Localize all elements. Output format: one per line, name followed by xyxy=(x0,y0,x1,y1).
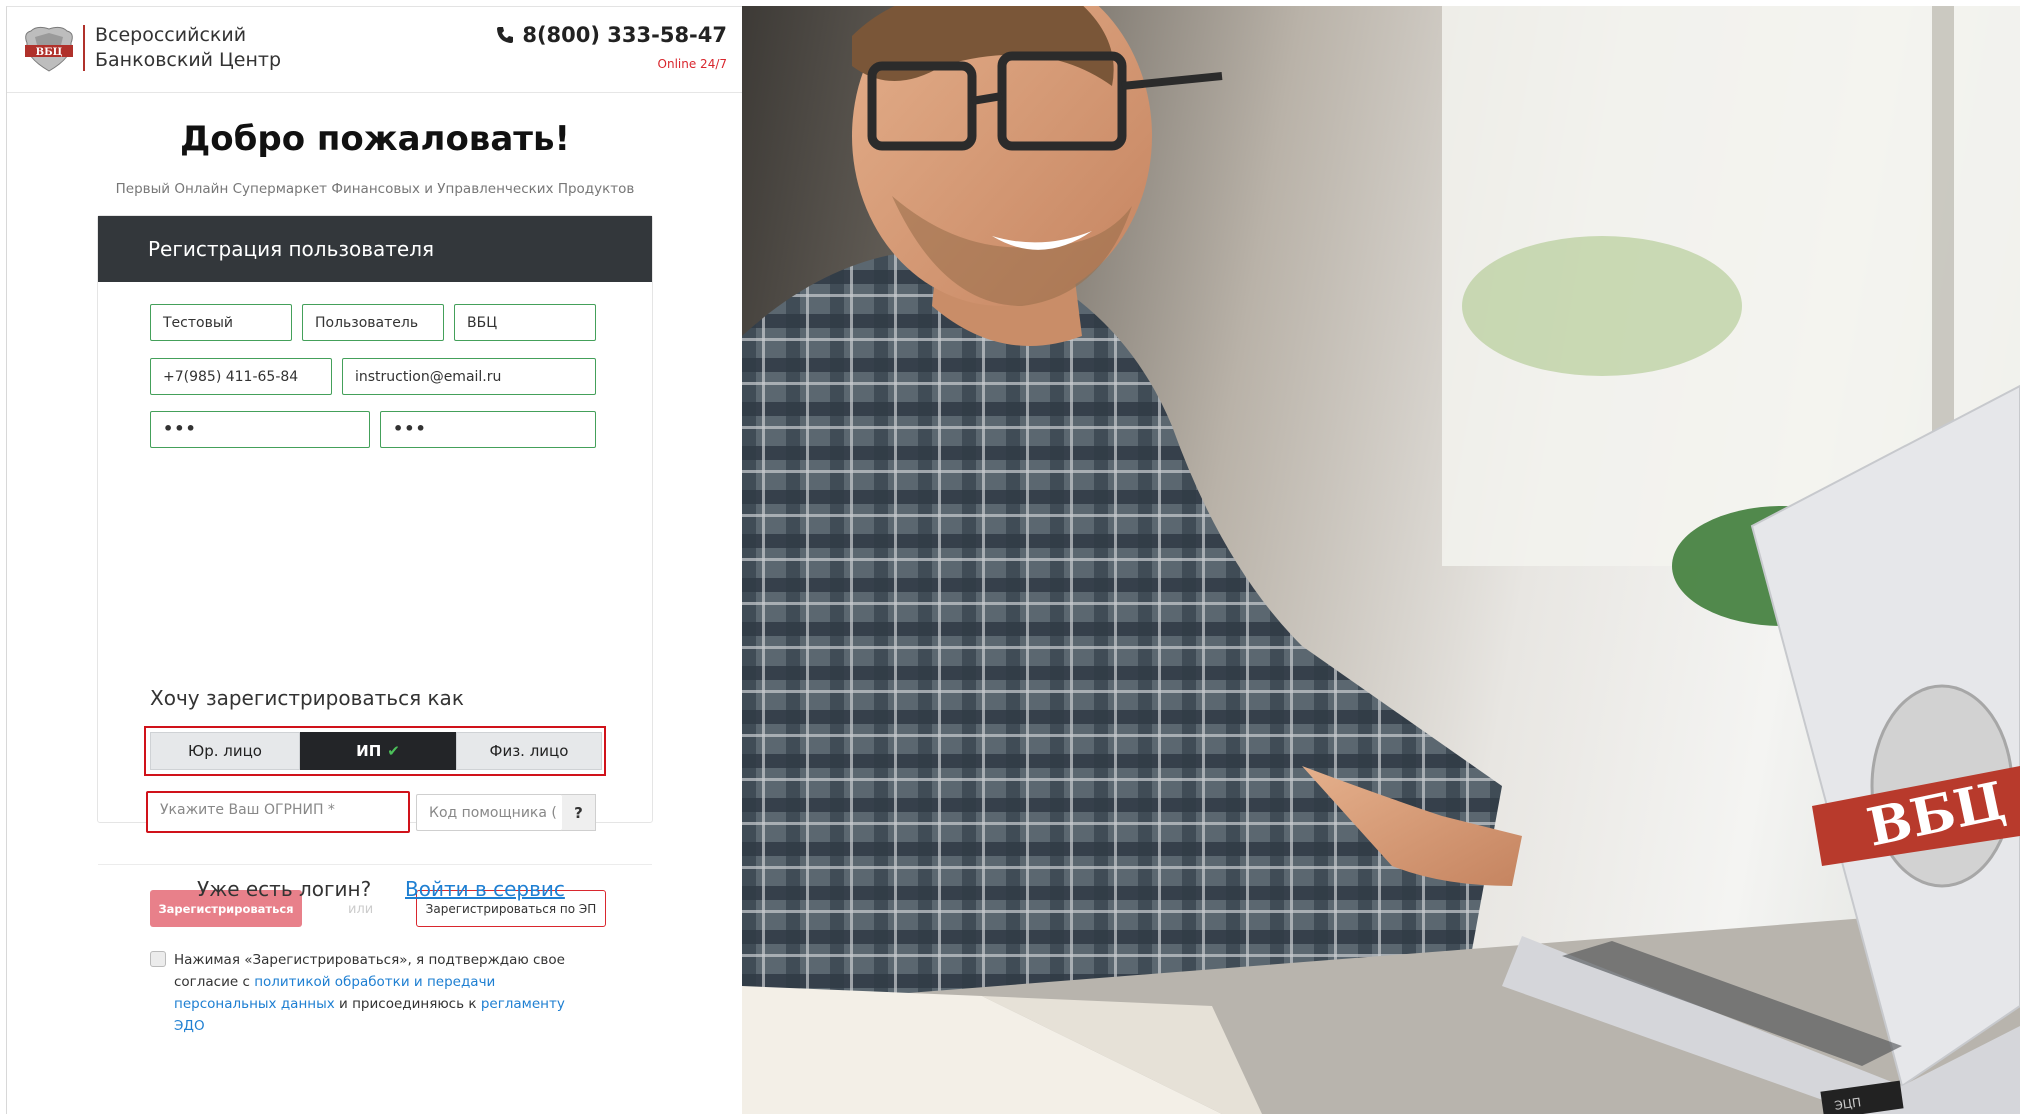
helper-code-help-button[interactable]: ? xyxy=(562,794,596,831)
svg-text:ВБЦ: ВБЦ xyxy=(36,47,63,58)
page-title: Добро пожаловать! xyxy=(180,119,570,159)
registration-heading: Регистрация пользователя xyxy=(98,216,652,282)
logo-separator xyxy=(83,25,85,71)
registration-panel: ВБЦ Всероссийский Банковский Центр 8(800… xyxy=(6,6,743,1114)
middle-name-field[interactable]: ВБЦ xyxy=(454,304,596,341)
online-badge: Online 24/7 xyxy=(657,57,727,71)
hero-photo: ВБЦ ЭЦП xyxy=(742,6,2020,1114)
registration-card: Регистрация пользователя Тестовый Пользо… xyxy=(97,215,653,1034)
register-as-label: Хочу зарегистрироваться как xyxy=(150,686,464,710)
brand-name: Всероссийский Банковский Центр xyxy=(95,23,281,73)
or-label: или xyxy=(348,902,374,917)
vbc-logo[interactable]: ВБЦ xyxy=(21,23,77,75)
type-individual-button[interactable]: Физ. лицо xyxy=(456,732,602,770)
type-ip-label: ИП xyxy=(356,742,382,760)
type-legal-entity-button[interactable]: Юр. лицо xyxy=(150,732,300,770)
helper-code-input[interactable]: Код помощника ( xyxy=(416,794,563,831)
email-field[interactable]: instruction@email.ru xyxy=(342,358,596,395)
type-individual-label: Физ. лицо xyxy=(489,742,569,760)
type-legal-entity-label: Юр. лицо xyxy=(188,742,262,760)
login-link[interactable]: Войти в сервис xyxy=(405,877,565,901)
card-divider xyxy=(98,864,652,865)
phone-icon xyxy=(497,27,514,43)
brand-line-1: Всероссийский xyxy=(95,24,247,46)
hero-illustration: ВБЦ ЭЦП xyxy=(742,6,2020,1114)
password-field[interactable]: ••• xyxy=(150,411,370,448)
already-have-login-text: Уже есть логин? xyxy=(197,877,372,901)
brand-line-2: Банковский Центр xyxy=(95,49,282,71)
password-confirm-field[interactable]: ••• xyxy=(380,411,596,448)
agree-checkbox[interactable] xyxy=(150,951,166,967)
ogrnip-input[interactable]: Укажите Ваш ОГРНИП * xyxy=(146,791,410,833)
last-name-field[interactable]: Тестовый xyxy=(150,304,292,341)
agree-text: Нажимая «Зарегистрироваться», я подтверж… xyxy=(174,949,594,1037)
phone-field[interactable]: +7(985) 411-65-84 xyxy=(150,358,332,395)
checkmark-icon: ✔ xyxy=(387,742,400,760)
page-subtitle: Первый Онлайн Супермаркет Финансовых и У… xyxy=(115,181,635,197)
phone-number: 8(800) 333-58-47 xyxy=(522,23,727,47)
first-name-field[interactable]: Пользователь xyxy=(302,304,444,341)
support-phone[interactable]: 8(800) 333-58-47 xyxy=(496,23,727,47)
site-header: ВБЦ Всероссийский Банковский Центр 8(800… xyxy=(7,7,743,93)
agree-text-part-2: и присоединяюсь к xyxy=(334,996,481,1012)
type-ip-button[interactable]: ИП ✔ xyxy=(300,732,456,770)
entity-type-switch: Юр. лицо ИП ✔ Физ. лицо xyxy=(144,726,606,776)
